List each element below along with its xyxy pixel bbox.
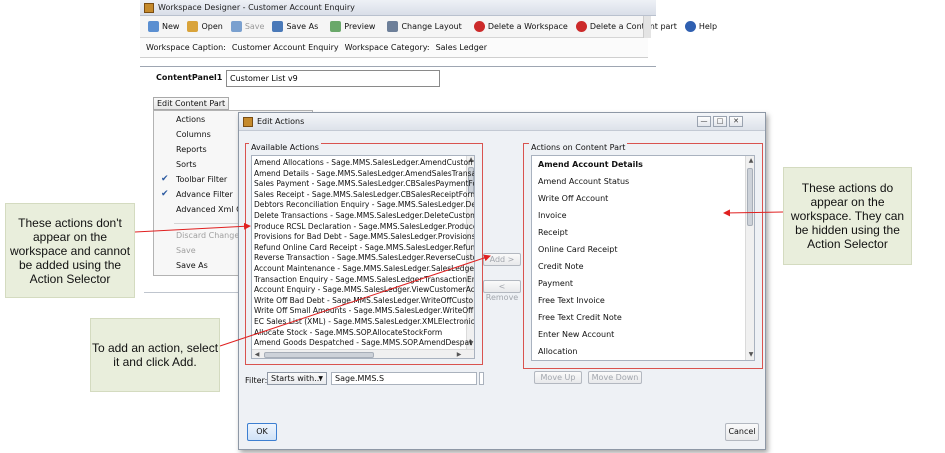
- arrow-to-selected-list: [723, 209, 784, 217]
- arrow-to-available-list: [134, 222, 251, 233]
- callout-arrows: [134, 209, 784, 347]
- arrow-to-add-button: [219, 254, 491, 347]
